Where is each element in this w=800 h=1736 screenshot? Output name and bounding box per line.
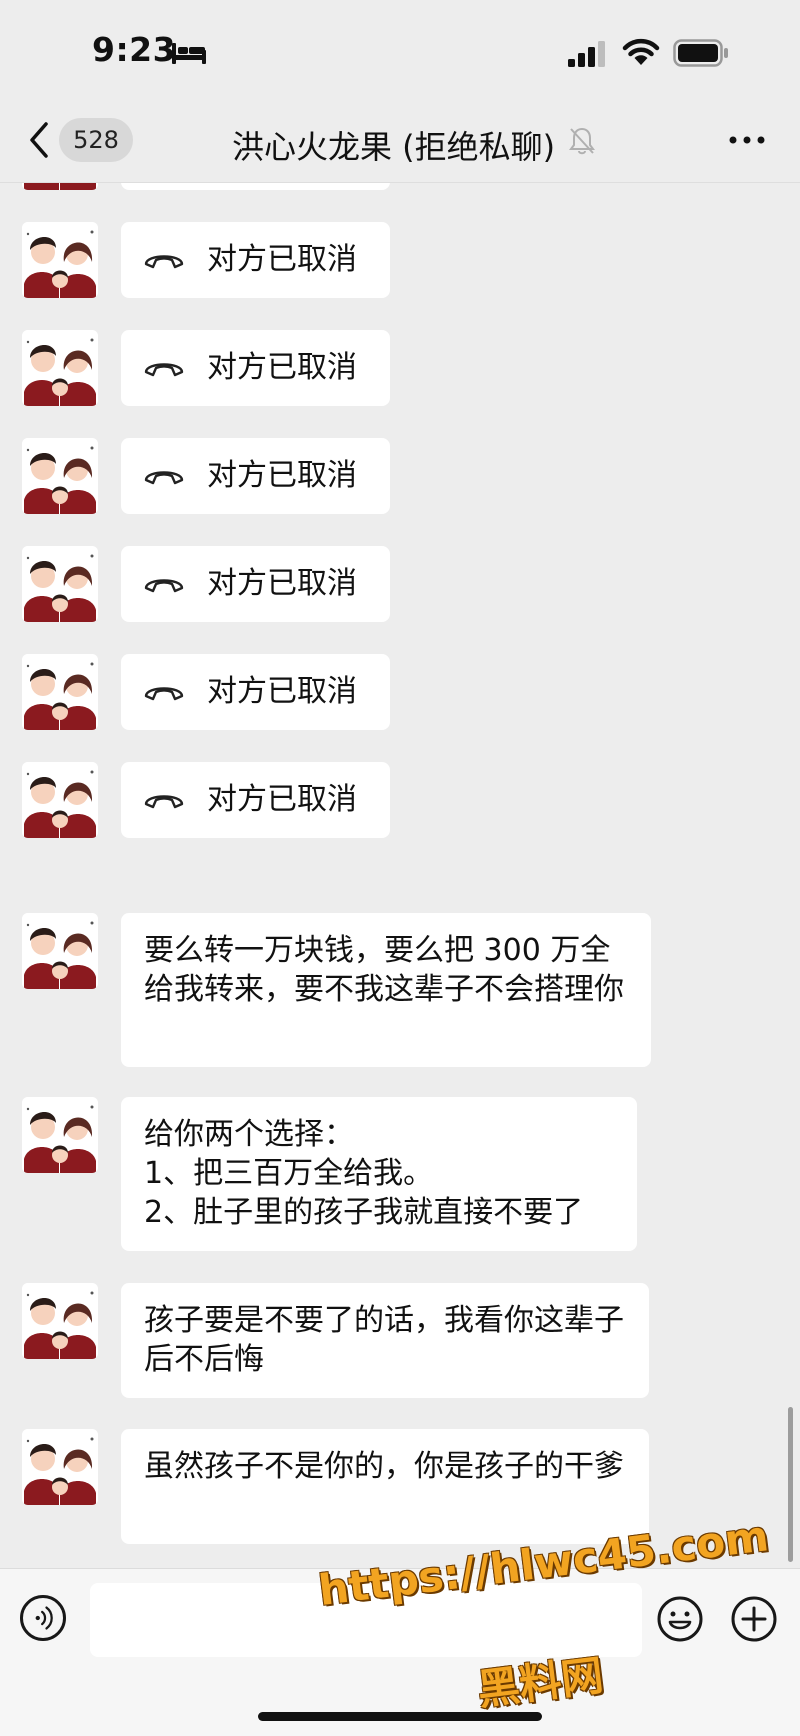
phone-hangup-icon	[143, 356, 185, 378]
sender-avatar[interactable]	[22, 913, 98, 989]
call-record-bubble[interactable]: 对方已取消	[121, 546, 390, 622]
sleep-focus-icon	[172, 43, 206, 64]
unread-count-badge[interactable]: 528	[59, 118, 133, 162]
home-indicator[interactable]	[258, 1712, 542, 1721]
wifi-icon	[622, 38, 660, 65]
call-status-text: 对方已取消	[207, 350, 357, 385]
call-record-bubble[interactable]: 对方已取消	[121, 330, 390, 406]
sender-avatar[interactable]	[22, 222, 98, 298]
phone-hangup-icon	[143, 464, 185, 486]
add-more-icon[interactable]	[730, 1595, 778, 1643]
call-record-bubble[interactable]: 对方已取消	[121, 438, 390, 514]
sender-avatar[interactable]	[22, 183, 98, 190]
call-status-text: 对方已取消	[207, 782, 357, 817]
status-bar: 9:23	[0, 0, 800, 100]
chat-header: 528 洪心火龙果 (拒绝私聊)	[0, 100, 800, 183]
sender-avatar[interactable]	[22, 762, 98, 838]
text-message-bubble[interactable]: 孩子要是不要了的话，我看你这辈子后不后悔	[121, 1283, 649, 1398]
back-chevron-icon[interactable]	[26, 120, 52, 160]
sender-avatar[interactable]	[22, 1283, 98, 1359]
chat-title: 洪心火龙果 (拒绝私聊)	[232, 128, 556, 166]
scrollbar[interactable]	[788, 1407, 793, 1562]
emoji-icon[interactable]	[656, 1595, 704, 1643]
sender-avatar[interactable]	[22, 654, 98, 730]
cellular-signal-icon	[568, 41, 605, 67]
phone-hangup-icon	[143, 572, 185, 594]
call-status-text: 对方已取消	[207, 566, 357, 601]
call-status-text: 对方已取消	[207, 458, 357, 493]
more-options-icon[interactable]	[727, 128, 767, 152]
call-record-bubble[interactable]: 对方已取消	[121, 222, 390, 298]
phone-hangup-icon	[143, 680, 185, 702]
text-message-bubble[interactable]: 要么转一万块钱，要么把 300 万全给我转来，要不我这辈子不会搭理你	[121, 913, 651, 1067]
sender-avatar[interactable]	[22, 1429, 98, 1505]
phone-hangup-icon	[143, 788, 185, 810]
sender-avatar[interactable]	[22, 330, 98, 406]
phone-hangup-icon	[143, 248, 185, 270]
call-status-text: 对方已取消	[207, 242, 357, 277]
battery-icon	[673, 39, 728, 67]
message-input[interactable]	[90, 1583, 642, 1657]
muted-bell-icon	[569, 127, 595, 155]
status-time: 9:23	[92, 30, 177, 69]
sender-avatar[interactable]	[22, 546, 98, 622]
call-record-bubble[interactable]: 对方已取消	[121, 183, 390, 190]
message-list[interactable]: 对方已取消对方已取消对方已取消对方已取消对方已取消对方已取消对方已取消要么转一万…	[0, 183, 800, 1568]
text-message-bubble[interactable]: 虽然孩子不是你的，你是孩子的干爹	[121, 1429, 649, 1544]
call-status-text: 对方已取消	[207, 674, 357, 709]
call-record-bubble[interactable]: 对方已取消	[121, 762, 390, 838]
text-message-bubble[interactable]: 给你两个选择： 1、把三百万全给我。 2、肚子里的孩子我就直接不要了	[121, 1097, 637, 1251]
sender-avatar[interactable]	[22, 1097, 98, 1173]
input-bar	[0, 1568, 800, 1736]
call-record-bubble[interactable]: 对方已取消	[121, 654, 390, 730]
voice-input-icon[interactable]	[20, 1595, 66, 1641]
sender-avatar[interactable]	[22, 438, 98, 514]
